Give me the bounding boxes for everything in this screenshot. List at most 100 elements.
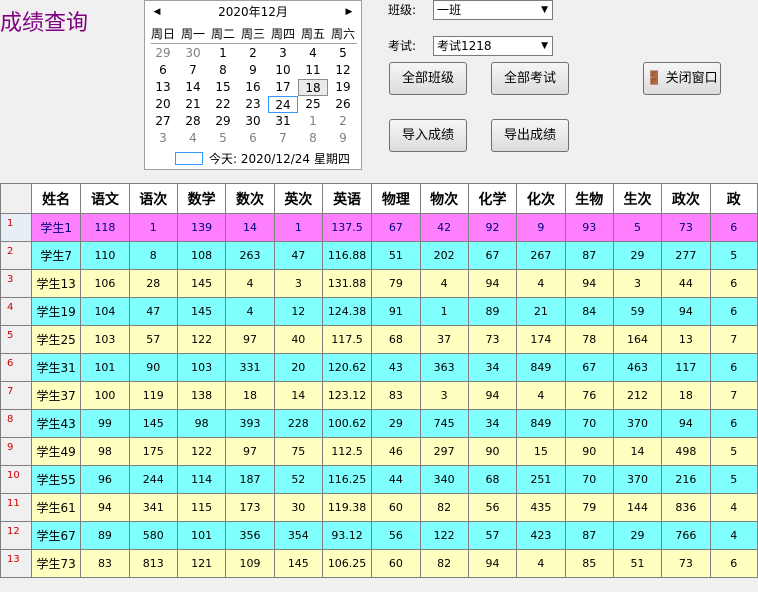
score-cell[interactable]: 52 <box>273 465 323 494</box>
score-cell[interactable]: 67 <box>371 213 421 242</box>
row-number[interactable]: 1 <box>0 213 33 242</box>
month-calendar[interactable]: ◀ 2020年12月 ▶ 周日 周一 周二 周三 周四 周五 周六 29 30 1 2… <box>144 0 362 170</box>
score-cell[interactable]: 73 <box>661 549 711 578</box>
row-number[interactable]: 5 <box>0 325 33 354</box>
student-name-cell[interactable]: 学生31 <box>31 353 82 382</box>
score-cell[interactable]: 251 <box>516 465 566 494</box>
score-cell[interactable]: 173 <box>225 493 275 522</box>
score-cell[interactable]: 21 <box>516 297 566 326</box>
row-number[interactable]: 13 <box>0 549 33 578</box>
score-cell[interactable]: 463 <box>612 353 663 382</box>
calendar-day[interactable]: 22 <box>208 96 238 113</box>
score-cell[interactable]: 29 <box>612 241 663 270</box>
calendar-day[interactable]: 3 <box>268 45 298 62</box>
score-cell[interactable]: 94 <box>661 297 711 326</box>
row-number[interactable]: 6 <box>0 353 33 382</box>
score-cell[interactable]: 56 <box>467 493 518 522</box>
score-cell[interactable]: 849 <box>516 353 566 382</box>
score-cell[interactable]: 4 <box>516 549 566 578</box>
score-cell[interactable]: 3 <box>612 269 663 298</box>
score-cell[interactable]: 297 <box>419 437 469 466</box>
score-cell[interactable]: 6 <box>709 213 758 242</box>
score-cell[interactable]: 112.5 <box>321 437 373 466</box>
column-header[interactable]: 数学 <box>176 183 227 214</box>
score-cell[interactable]: 498 <box>661 437 711 466</box>
score-cell[interactable]: 90 <box>564 437 614 466</box>
score-cell[interactable]: 370 <box>612 409 663 438</box>
score-cell[interactable]: 94 <box>564 269 614 298</box>
score-cell[interactable]: 68 <box>371 325 421 354</box>
calendar-day[interactable]: 1 <box>298 113 328 130</box>
row-number[interactable]: 2 <box>0 241 33 270</box>
score-cell[interactable]: 79 <box>371 269 421 298</box>
score-cell[interactable]: 57 <box>467 521 518 550</box>
score-cell[interactable]: 6 <box>709 409 758 438</box>
student-name-cell[interactable]: 学生49 <box>31 437 82 466</box>
table-row[interactable]: 2 学生7 110 8 108 263 47 116.88 51 202 67 267 87 29 277 5 <box>0 241 758 270</box>
score-cell[interactable]: 82 <box>419 549 469 578</box>
score-cell[interactable]: 145 <box>128 409 178 438</box>
score-cell[interactable]: 98 <box>176 409 227 438</box>
score-cell[interactable]: 20 <box>273 353 323 382</box>
score-cell[interactable]: 4 <box>709 493 758 522</box>
score-cell[interactable]: 766 <box>661 521 711 550</box>
score-cell[interactable]: 110 <box>80 241 130 270</box>
table-row[interactable]: 8 学生43 99 145 98 393 228 100.62 29 745 34 849 70 370 9… <box>0 409 758 438</box>
score-cell[interactable]: 5 <box>709 437 758 466</box>
score-cell[interactable]: 116.25 <box>321 465 373 494</box>
score-cell[interactable]: 94 <box>467 549 518 578</box>
score-cell[interactable]: 101 <box>80 353 130 382</box>
score-cell[interactable]: 138 <box>176 381 227 410</box>
calendar-month-label[interactable]: 2020年12月 <box>145 3 361 21</box>
score-cell[interactable]: 202 <box>419 241 469 270</box>
score-cell[interactable]: 14 <box>225 213 275 242</box>
score-cell[interactable]: 139 <box>176 213 227 242</box>
calendar-day[interactable]: 1 <box>208 45 238 62</box>
score-cell[interactable]: 87 <box>564 241 614 270</box>
student-name-cell[interactable]: 学生13 <box>31 269 82 298</box>
score-cell[interactable]: 78 <box>564 325 614 354</box>
score-cell[interactable]: 8 <box>128 241 178 270</box>
score-cell[interactable]: 119.38 <box>321 493 373 522</box>
score-cell[interactable]: 187 <box>225 465 275 494</box>
score-cell[interactable]: 29 <box>371 409 421 438</box>
score-cell[interactable]: 90 <box>128 353 178 382</box>
score-cell[interactable]: 30 <box>273 493 323 522</box>
all-classes-button[interactable]: 全部班级 <box>389 62 467 95</box>
calendar-day[interactable]: 9 <box>238 62 268 79</box>
student-name-cell[interactable]: 学生73 <box>31 549 82 578</box>
score-cell[interactable]: 6 <box>709 549 758 578</box>
score-cell[interactable]: 370 <box>612 465 663 494</box>
calendar-day[interactable]: 3 <box>148 130 178 147</box>
calendar-day[interactable]: 10 <box>268 62 298 79</box>
row-number[interactable]: 12 <box>0 521 33 550</box>
table-row[interactable]: 10 学生55 96 244 114 187 52 116.25 44 340 68 251 70 370… <box>0 465 758 494</box>
calendar-day[interactable]: 2 <box>238 45 268 62</box>
student-name-cell[interactable]: 学生1 <box>31 213 82 242</box>
score-cell[interactable]: 70 <box>564 465 614 494</box>
score-cell[interactable]: 118 <box>80 213 130 242</box>
score-cell[interactable]: 14 <box>612 437 663 466</box>
calendar-day[interactable]: 14 <box>178 79 208 96</box>
column-header[interactable]: 政次 <box>661 183 711 214</box>
score-cell[interactable]: 93.12 <box>321 521 373 550</box>
score-cell[interactable]: 116.88 <box>321 241 373 270</box>
score-cell[interactable]: 3 <box>273 269 323 298</box>
score-cell[interactable]: 98 <box>80 437 130 466</box>
column-header[interactable]: 生次 <box>612 183 663 214</box>
student-name-cell[interactable]: 学生55 <box>31 465 82 494</box>
calendar-day[interactable]: 6 <box>148 62 178 79</box>
column-header[interactable]: 数次 <box>225 183 275 214</box>
score-cell[interactable]: 120.62 <box>321 353 373 382</box>
score-cell[interactable]: 131.88 <box>321 269 373 298</box>
column-header[interactable]: 政 <box>709 183 758 214</box>
score-cell[interactable]: 7 <box>709 381 758 410</box>
calendar-day[interactable]: 17 <box>268 79 298 96</box>
student-name-cell[interactable]: 学生37 <box>31 381 82 410</box>
score-cell[interactable]: 745 <box>419 409 469 438</box>
score-cell[interactable]: 119 <box>128 381 178 410</box>
table-row[interactable]: 6 学生31 101 90 103 331 20 120.62 43 363 34 849 67 463 1… <box>0 353 758 382</box>
score-cell[interactable]: 145 <box>176 269 227 298</box>
score-cell[interactable]: 836 <box>661 493 711 522</box>
score-cell[interactable]: 4 <box>419 269 469 298</box>
